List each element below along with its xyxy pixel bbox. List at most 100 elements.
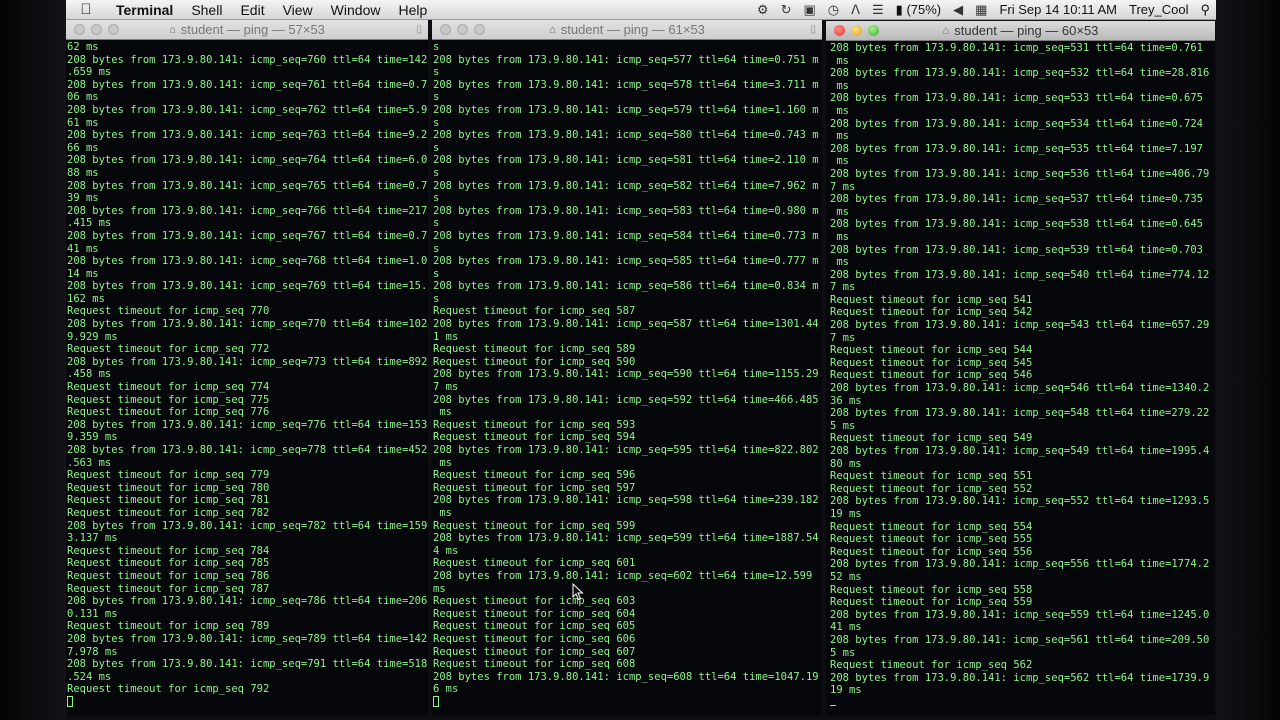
toolbar-toggle-icon[interactable]: ▯	[810, 24, 816, 35]
letterbox-left	[0, 0, 66, 720]
apple-menu-icon[interactable]: 	[66, 1, 106, 18]
menu-help[interactable]: Help	[389, 2, 436, 18]
terminal-line: s	[433, 242, 440, 255]
terminal-line: 208 bytes from 173.9.80.141: icmp_seq=60…	[433, 670, 819, 683]
terminal-line: 52 ms	[830, 570, 862, 583]
terminal-line: 162 ms	[67, 292, 105, 305]
home-folder-icon: ⌂	[942, 24, 950, 37]
home-folder-icon: ⌂	[169, 23, 176, 36]
wifi-icon[interactable]: ☰	[866, 2, 890, 18]
terminal-window-2[interactable]: ⌂ student — ping — 61×53 ▯ s 208 bytes fr…	[432, 20, 822, 715]
toolbar-toggle-icon[interactable]: ▯	[416, 24, 422, 35]
minimize-button[interactable]	[851, 25, 862, 36]
terminal-cursor	[433, 695, 439, 707]
terminal-line: Request timeout for icmp_seq 596	[433, 469, 636, 482]
terminal-line: Request timeout for icmp_seq 541	[830, 293, 1033, 306]
terminal-line: 208 bytes from 173.9.80.141: icmp_seq=58…	[433, 129, 819, 142]
terminal-line: Request timeout for icmp_seq 558	[830, 583, 1033, 596]
terminal-line: s	[433, 116, 440, 129]
terminal-line: 208 bytes from 173.9.80.141: icmp_seq=76…	[67, 255, 428, 268]
battery-status[interactable]: ▮ (75%)	[890, 2, 947, 18]
menubar-clock[interactable]: Fri Sep 14 10:11 AM	[993, 2, 1123, 17]
volume-icon[interactable]: ◀	[947, 2, 969, 18]
terminal-window-1[interactable]: ⌂ student — ping — 57×53 ▯ 62 ms 208 byte…	[66, 20, 428, 715]
terminal-line: Request timeout for icmp_seq 607	[433, 645, 636, 658]
terminal-line: ms	[433, 582, 446, 595]
window-title: student — ping — 57×53	[180, 22, 325, 37]
terminal-line: 208 bytes from 173.9.80.141: icmp_seq=55…	[830, 495, 1210, 508]
close-button[interactable]	[74, 24, 85, 35]
window-titlebar[interactable]: ⌂ student — ping — 57×53 ▯	[66, 20, 428, 40]
zoom-button[interactable]	[474, 24, 485, 35]
terminal-output[interactable]: s 208 bytes from 173.9.80.141: icmp_seq=…	[432, 40, 822, 709]
terminal-line: 208 bytes from 173.9.80.141: icmp_seq=76…	[67, 280, 428, 293]
terminal-output[interactable]: 208 bytes from 173.9.80.141: icmp_seq=53…	[826, 41, 1215, 709]
terminal-line: Request timeout for icmp_seq 606	[433, 632, 636, 645]
terminal-line: 208 bytes from 173.9.80.141: icmp_seq=76…	[67, 53, 428, 66]
terminal-line: ms	[433, 406, 452, 419]
terminal-line: 208 bytes from 173.9.80.141: icmp_seq=53…	[830, 193, 1203, 206]
display-icon[interactable]: ▣	[797, 2, 821, 18]
battery-percent: (75%)	[906, 1, 942, 17]
window-titlebar[interactable]: ⌂ student — ping — 61×53 ▯	[432, 20, 822, 40]
terminal-line: s	[433, 292, 440, 305]
menu-shell[interactable]: Shell	[182, 2, 231, 18]
close-button[interactable]	[834, 25, 845, 36]
terminal-line: 208 bytes from 173.9.80.141: icmp_seq=53…	[830, 117, 1203, 130]
terminal-line: Request timeout for icmp_seq 552	[830, 482, 1033, 495]
terminal-line: 36 ms	[830, 394, 862, 407]
zoom-button[interactable]	[868, 25, 879, 36]
terminal-line: 4 ms	[433, 544, 459, 557]
terminal-line: 208 bytes from 173.9.80.141: icmp_seq=54…	[830, 382, 1210, 395]
menu-app-terminal[interactable]: Terminal	[106, 2, 182, 18]
terminal-line: 14 ms	[67, 267, 99, 280]
terminal-line: Request timeout for icmp_seq 556	[830, 545, 1033, 558]
terminal-line: 208 bytes from 173.9.80.141: icmp_seq=78…	[67, 632, 428, 645]
terminal-line: Request timeout for icmp_seq 599	[433, 519, 636, 532]
terminal-line: 208 bytes from 173.9.80.141: icmp_seq=58…	[433, 154, 819, 167]
minimize-button[interactable]	[457, 24, 468, 35]
terminal-line: s	[433, 141, 440, 154]
terminal-line: Request timeout for icmp_seq 559	[830, 596, 1033, 609]
terminal-line: 1 ms	[433, 330, 459, 343]
wifi-sync-icon[interactable]: ↻	[775, 2, 798, 18]
terminal-line: Request timeout for icmp_seq 782	[67, 506, 270, 519]
terminal-output[interactable]: 62 ms 208 bytes from 173.9.80.141: icmp_…	[66, 40, 428, 709]
terminal-line: ms	[830, 54, 849, 67]
terminal-line: Request timeout for icmp_seq 785	[67, 557, 270, 570]
minimize-button[interactable]	[91, 24, 102, 35]
terminal-line: 208 bytes from 173.9.80.141: icmp_seq=55…	[830, 558, 1210, 571]
spotlight-search-icon[interactable]: ⚲	[1194, 2, 1216, 18]
terminal-line: 208 bytes from 173.9.80.141: icmp_seq=78…	[67, 519, 428, 532]
terminal-line: Request timeout for icmp_seq 603	[433, 595, 636, 608]
terminal-line: .659 ms	[67, 66, 112, 79]
terminal-line: Request timeout for icmp_seq 587	[433, 305, 636, 318]
gear-status-icon[interactable]: ⚙	[751, 2, 775, 18]
menubar-user[interactable]: Trey_Cool	[1123, 2, 1194, 17]
terminal-window-3[interactable]: ⌂ student — ping — 60×53 208 bytes from 1…	[826, 21, 1215, 715]
terminal-lines: 62 ms 208 bytes from 173.9.80.141: icmp_…	[67, 41, 427, 695]
time-machine-icon[interactable]: ◷	[822, 2, 845, 18]
terminal-line: s	[433, 267, 440, 280]
terminal-line: Request timeout for icmp_seq 562	[830, 659, 1033, 672]
terminal-line: 41 ms	[67, 242, 99, 255]
zoom-button[interactable]	[108, 24, 119, 35]
terminal-line: ms	[433, 506, 452, 519]
terminal-line: 9.359 ms	[67, 431, 118, 444]
terminal-line: Request timeout for icmp_seq 781	[67, 494, 270, 507]
terminal-line: ms	[830, 256, 849, 269]
terminal-line: 208 bytes from 173.9.80.141: icmp_seq=58…	[433, 229, 819, 242]
window-titlebar[interactable]: ⌂ student — ping — 60×53	[826, 21, 1215, 41]
terminal-line: 208 bytes from 173.9.80.141: icmp_seq=54…	[830, 268, 1210, 281]
terminal-line: 208 bytes from 173.9.80.141: icmp_seq=54…	[830, 407, 1210, 420]
menu-edit[interactable]: Edit	[231, 2, 273, 18]
menu-view[interactable]: View	[274, 2, 322, 18]
close-button[interactable]	[440, 24, 451, 35]
terminal-line: 208 bytes from 173.9.80.141: icmp_seq=59…	[433, 532, 819, 545]
bluetooth-icon[interactable]: ᐱ	[845, 2, 866, 18]
menu-window[interactable]: Window	[322, 2, 390, 18]
terminal-line: s	[433, 166, 440, 179]
terminal-line: 7 ms	[433, 381, 459, 394]
calendar-icon[interactable]: ▦	[969, 2, 993, 18]
terminal-line: 208 bytes from 173.9.80.141: icmp_seq=56…	[830, 633, 1210, 646]
